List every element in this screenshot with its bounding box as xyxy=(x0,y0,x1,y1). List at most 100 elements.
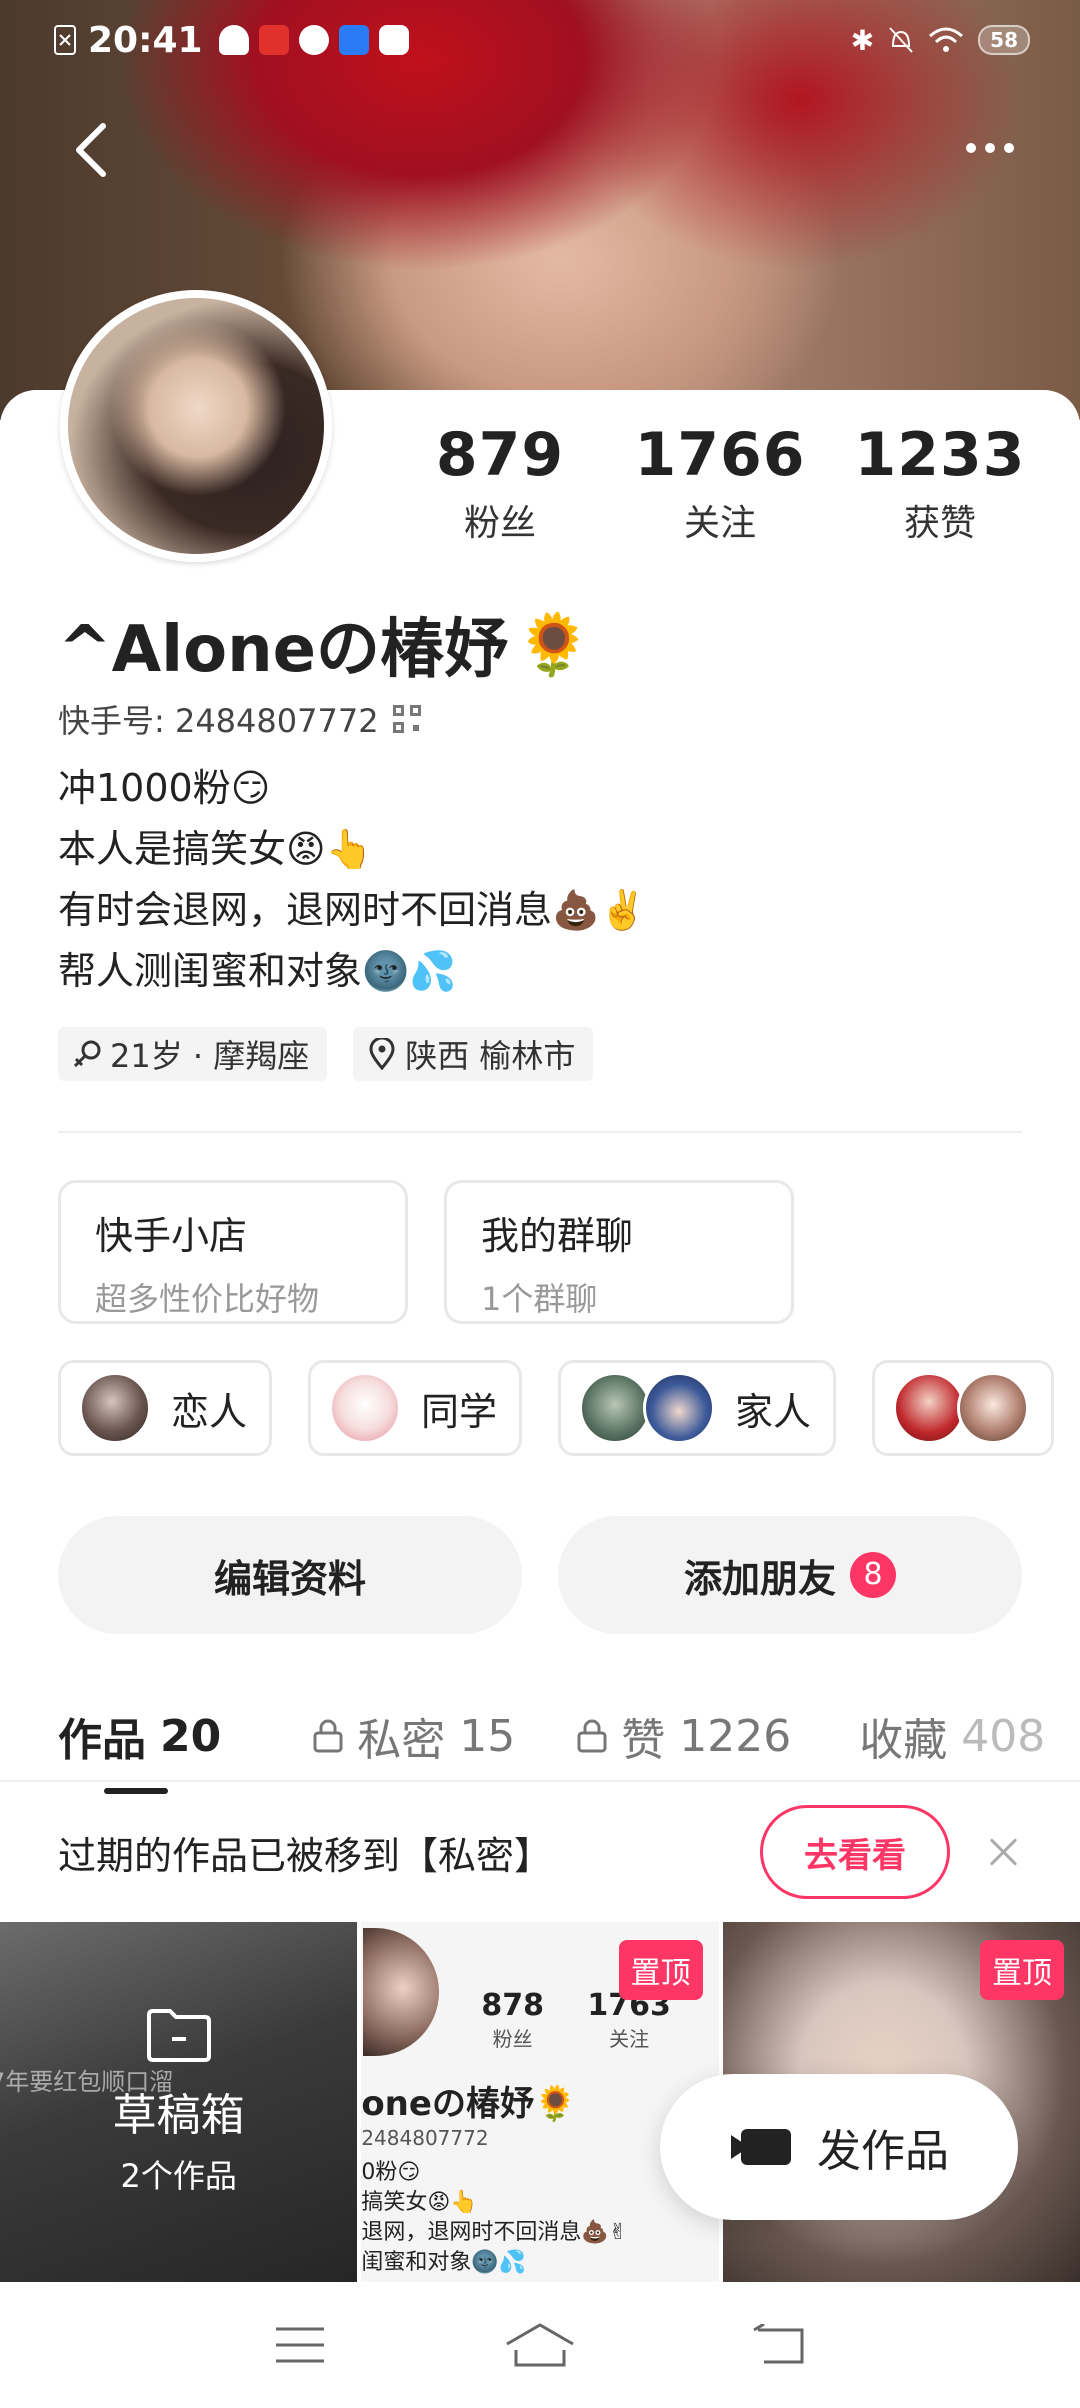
kuaishou-shop-card[interactable]: 快手小店 超多性价比好物 xyxy=(58,1180,408,1324)
avatar xyxy=(893,1372,966,1444)
stat-label: 获赞 xyxy=(903,503,976,544)
relationship-groups: 恋人 同学 家人 xyxy=(58,1360,1080,1456)
group-chip-classmate[interactable]: 同学 xyxy=(308,1360,523,1456)
status-time: 20:41 xyxy=(88,19,203,61)
home-icon xyxy=(506,2323,574,2367)
group-chip-lover[interactable]: 恋人 xyxy=(58,1360,273,1456)
drafts-box[interactable]: 7年要红包顺口溜 草稿箱 2个作品 xyxy=(0,1922,358,2282)
avatar xyxy=(643,1372,716,1444)
add-friends-button[interactable]: 添加朋友 8 xyxy=(558,1516,1022,1634)
chevron-left-icon xyxy=(76,123,106,177)
group-chip-family[interactable]: 家人 xyxy=(558,1360,837,1456)
back-nav-button[interactable] xyxy=(740,2315,820,2375)
tab-label: 私密 xyxy=(357,1715,446,1766)
stat-followers[interactable]: 879 粉丝 xyxy=(410,420,590,546)
location-tag: 陕西 榆林市 xyxy=(353,1027,594,1081)
add-friends-label: 添加朋友 xyxy=(683,1556,836,1601)
pinned-badge: 置顶 xyxy=(618,1940,703,2000)
qr-code-icon[interactable] xyxy=(392,705,421,733)
stat-value: 1233 xyxy=(854,420,1026,490)
stat-following[interactable]: 1766 关注 xyxy=(630,420,810,546)
stat-value: 1766 xyxy=(634,420,806,490)
feature-subtitle: 1个群聊 xyxy=(481,1280,598,1318)
notification-badge: 8 xyxy=(850,1552,896,1598)
avatar xyxy=(957,1372,1030,1444)
edit-profile-label: 编辑资料 xyxy=(213,1556,366,1601)
return-icon xyxy=(753,2324,804,2364)
notice-text: 过期的作品已被移到【私密】 xyxy=(58,1833,553,1878)
mute-icon xyxy=(889,27,913,53)
feature-title: 快手小店 xyxy=(95,1214,248,1258)
system-navigation-bar xyxy=(0,2282,1080,2408)
mini-stat: 878 粉丝 xyxy=(481,1988,544,2052)
bluetooth-icon: ✱ xyxy=(850,23,875,57)
sunflower-emoji: 🌻 xyxy=(516,609,591,680)
avatar xyxy=(79,1372,151,1444)
tab-label: 赞 xyxy=(621,1715,666,1766)
stat-label: 粉丝 xyxy=(463,503,536,544)
bio-line: 本人是搞笑女😡👆 xyxy=(58,827,373,871)
recent-apps-button[interactable] xyxy=(260,2315,340,2375)
avatar xyxy=(363,1928,440,2056)
drafts-count: 2个作品 xyxy=(120,2157,237,2195)
content-tabs: 作品 20 私密 15 赞 1226 收藏 408 xyxy=(58,1694,1080,1794)
stat-likes[interactable]: 1233 获赞 xyxy=(850,420,1030,546)
back-button[interactable] xyxy=(60,115,120,185)
menu-icon xyxy=(276,2327,324,2363)
tab-count: 408 xyxy=(961,1710,1046,1762)
bio-line: 冲1000粉😏 xyxy=(58,766,271,810)
group-chat-card[interactable]: 我的群聊 1个群聊 xyxy=(444,1180,794,1324)
lock-icon xyxy=(313,1719,343,1753)
mini-stat-label: 关注 xyxy=(609,2027,650,2051)
weather-icon xyxy=(218,25,249,55)
work-thumbnail[interactable]: 878 粉丝 1763 关注 oneの椿妤🌻 2484807772 0粉😏 搞笑… xyxy=(361,1922,719,2282)
user-id-line: 快手号: 2484807772 xyxy=(58,696,421,742)
tab-private[interactable]: 私密 15 xyxy=(313,1704,515,1768)
profile-bio: 冲1000粉😏 本人是搞笑女😡👆 有时会退网，退网时不回消息💩✌️ 帮人测闺蜜和… xyxy=(58,758,647,1002)
pinned-badge: 置顶 xyxy=(979,1940,1064,2000)
location-icon xyxy=(369,1038,395,1070)
tab-works[interactable]: 作品 20 xyxy=(58,1704,222,1794)
stat-label: 关注 xyxy=(683,503,756,544)
tab-count: 15 xyxy=(459,1710,516,1762)
speedometer-icon xyxy=(298,25,329,55)
edit-profile-button[interactable]: 编辑资料 xyxy=(58,1516,522,1634)
tab-count: 1226 xyxy=(679,1710,792,1762)
feature-title: 我的群聊 xyxy=(481,1214,634,1258)
video-app-icon xyxy=(378,25,409,55)
lock-icon xyxy=(577,1719,607,1753)
app-notification-icon xyxy=(258,25,289,55)
publish-label: 发作品 xyxy=(817,2126,949,2177)
group-chip-more[interactable] xyxy=(872,1360,1055,1456)
wifi-icon xyxy=(929,27,964,52)
tab-label: 收藏 xyxy=(859,1715,948,1766)
avatar[interactable] xyxy=(60,290,332,562)
publish-work-button[interactable]: 发作品 xyxy=(660,2074,1018,2220)
profile-stats: 879 粉丝 1766 关注 1233 获赞 xyxy=(410,420,1030,546)
mini-name: oneの椿妤🌻 xyxy=(361,2084,577,2124)
home-button[interactable] xyxy=(500,2315,580,2375)
stat-value: 879 xyxy=(435,420,565,490)
mini-bio-line: 退网，退网时不回消息💩✌ xyxy=(361,2220,628,2245)
profile-name-text: ^Aloneの椿妤 xyxy=(58,613,509,687)
tab-likes[interactable]: 赞 1226 xyxy=(577,1704,791,1768)
mini-id: 2484807772 xyxy=(361,2126,489,2150)
group-label: 家人 xyxy=(735,1389,812,1434)
tab-label: 作品 xyxy=(58,1715,146,1766)
feature-subtitle: 超多性价比好物 xyxy=(95,1280,320,1318)
bio-line: 有时会退网，退网时不回消息💩✌️ xyxy=(58,888,647,932)
close-icon[interactable] xyxy=(986,1834,1022,1870)
tab-count: 20 xyxy=(160,1710,222,1762)
tab-favorites[interactable]: 收藏 408 xyxy=(859,1704,1045,1768)
app-notification-icon-2 xyxy=(338,25,369,55)
profile-name: ^Aloneの椿妤 🌻 xyxy=(58,598,591,690)
go-see-button[interactable]: 去看看 xyxy=(760,1805,950,1899)
avatar xyxy=(579,1372,652,1444)
battery-indicator: 58 xyxy=(978,25,1030,55)
avatar xyxy=(329,1372,402,1444)
divider xyxy=(58,1131,1022,1133)
more-options-button[interactable] xyxy=(950,118,1030,178)
bio-line: 帮人测闺蜜和对象🌚💦 xyxy=(58,949,457,993)
mini-stat-value: 878 xyxy=(481,1988,544,2023)
location-text: 陕西 榆林市 xyxy=(405,1037,576,1075)
